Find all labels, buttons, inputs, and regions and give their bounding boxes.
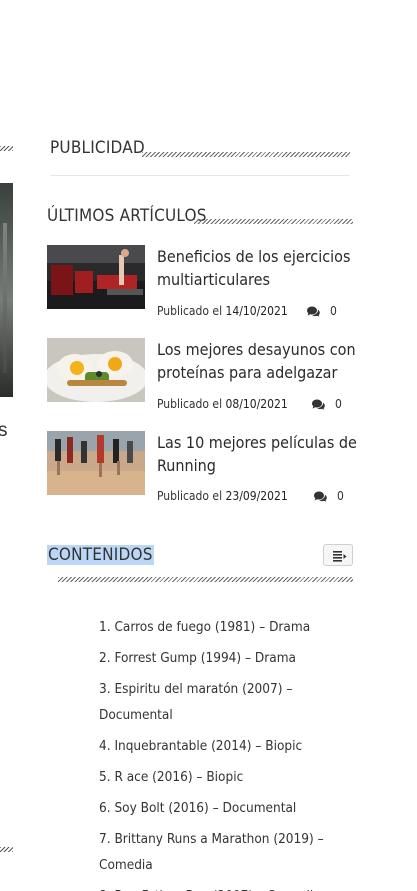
article-thumbnail-running[interactable] [47, 431, 145, 495]
latest-articles-title-hatch [194, 219, 353, 224]
publicidad-separator [50, 175, 350, 176]
article-comments[interactable]: 0 [306, 304, 337, 318]
toc-item[interactable]: 3. Espiritu del maratón (2007) – Documen… [99, 676, 349, 728]
comments-icon [314, 491, 327, 502]
article-meta-prefix: Publicado el [157, 489, 223, 503]
article-meta-prefix: Publicado el [157, 304, 223, 318]
article-meta: Publicado el 08/10/2021 [157, 397, 288, 411]
article-date: 14/10/2021 [225, 304, 288, 318]
latest-article-1[interactable]: Beneficios de los ejercicios multiarticu… [47, 245, 367, 325]
comments-icon [307, 306, 320, 317]
article-meta: Publicado el 14/10/2021 [157, 304, 288, 318]
article-comments[interactable]: 0 [313, 489, 344, 503]
article-date: 08/10/2021 [225, 397, 288, 411]
toc-item[interactable]: 2. Forrest Gump (1994) – Drama [99, 645, 349, 671]
list-toggle-icon [333, 551, 347, 562]
toc-toggle-button[interactable] [323, 544, 353, 566]
article-date: 23/09/2021 [225, 489, 288, 503]
left-widget-hatch-bottom [0, 847, 13, 852]
article-comment-count: 0 [335, 397, 342, 411]
toc-item[interactable]: 7. Brittany Runs a Marathon (2019) – Com… [99, 826, 349, 878]
article-title[interactable]: Las 10 mejores películas de Running [157, 431, 362, 477]
toc-title: CONTENIDOS [47, 545, 154, 565]
toc-item[interactable]: 1. Carros de fuego (1981) – Drama [99, 614, 349, 640]
toc-item[interactable]: 8. Run Fatboy Run (2007) – Comedia [99, 883, 349, 891]
toc-item[interactable]: 6. Soy Bolt (2016) – Documental [99, 795, 349, 821]
publicidad-title: PUBLICIDAD [50, 138, 145, 158]
left-clipped-text: s [0, 420, 8, 441]
article-title[interactable]: Los mejores desayunos con proteínas para… [157, 338, 362, 384]
latest-article-3[interactable]: Las 10 mejores películas de Running Publ… [47, 431, 367, 511]
article-thumbnail-breakfast[interactable] [47, 338, 145, 402]
toc-list: 1. Carros de fuego (1981) – Drama 2. For… [99, 614, 349, 891]
publicidad-title-hatch [142, 152, 350, 157]
article-meta: Publicado el 23/09/2021 [157, 489, 288, 503]
toc-title-hatch [58, 577, 353, 582]
article-comments[interactable]: 0 [311, 397, 342, 411]
latest-articles-title: ÚLTIMOS ARTÍCULOS [47, 206, 207, 226]
article-thumbnail-gym[interactable] [47, 245, 145, 309]
article-comment-count: 0 [330, 304, 337, 318]
article-meta-prefix: Publicado el [157, 397, 223, 411]
left-column-image[interactable] [0, 183, 13, 397]
article-comment-count: 0 [337, 489, 344, 503]
comments-icon [312, 399, 325, 410]
latest-article-2[interactable]: Los mejores desayunos con proteínas para… [47, 338, 367, 418]
toc-item[interactable]: 5. R ace (2016) – Biopic [99, 764, 349, 790]
article-title[interactable]: Beneficios de los ejercicios multiarticu… [157, 245, 362, 291]
toc-item[interactable]: 4. Inquebrantable (2014) – Biopic [99, 733, 349, 759]
left-widget-hatch-top [0, 146, 13, 151]
